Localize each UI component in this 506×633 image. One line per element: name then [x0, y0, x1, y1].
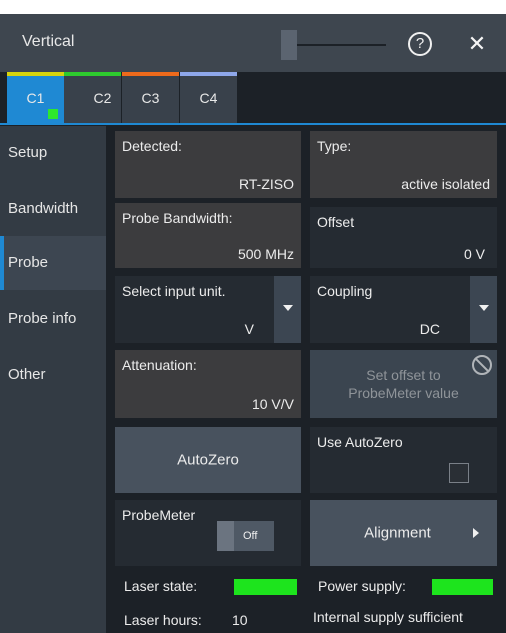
tab-label: C2 [93, 90, 112, 106]
probemeter-field: ProbeMeter Off [115, 500, 301, 566]
tab-c4[interactable]: C4 [180, 72, 237, 123]
attenuation-label: Attenuation: [122, 357, 197, 373]
detected-label: Detected: [122, 138, 182, 154]
channel-tabs: C1 C2 C3 C4 [0, 72, 506, 124]
chevron-right-icon [473, 528, 479, 538]
set-offset-probemeter-button[interactable]: Set offset to ProbeMeter value [310, 350, 497, 418]
tab-c4-color-bar [180, 72, 237, 76]
probe-bandwidth-value: 500 MHz [237, 246, 294, 262]
sidebar-item-probe[interactable]: Probe [0, 236, 106, 290]
tab-label: C3 [141, 90, 160, 106]
laser-hours-label: Laser hours: [124, 612, 202, 628]
probemeter-label: ProbeMeter [122, 507, 196, 523]
type-label: Type: [317, 138, 352, 154]
toggle-knob [217, 521, 234, 551]
sidebar-item-setup[interactable]: Setup [0, 126, 106, 180]
tab-c3-color-bar [122, 72, 179, 76]
sidebar: Setup Bandwidth Probe Probe info Other [0, 126, 106, 633]
transparency-slider-thumb[interactable] [281, 30, 297, 60]
internal-supply-status: Internal supply sufficient [313, 609, 463, 625]
help-icon[interactable]: ? [408, 32, 432, 56]
input-unit-value: V [244, 321, 254, 337]
set-offset-label: Set offset to ProbeMeter value [348, 367, 459, 401]
tab-c1[interactable]: C1 [7, 72, 64, 123]
attenuation-field: Attenuation: 10 V/V [115, 350, 301, 418]
sidebar-item-label: Other [8, 366, 46, 383]
alignment-button[interactable]: Alignment [310, 500, 497, 566]
sidebar-item-bandwidth[interactable]: Bandwidth [0, 182, 106, 236]
coupling-dropdown[interactable] [470, 276, 497, 343]
coupling-select[interactable]: Coupling DC [310, 276, 497, 343]
type-value: active isolated [401, 176, 490, 192]
not-allowed-icon [472, 355, 492, 375]
power-supply-label: Power supply: [318, 578, 406, 594]
sidebar-item-probe-info[interactable]: Probe info [0, 292, 106, 346]
probemeter-state: Off [243, 530, 258, 542]
offset-label: Offset [317, 214, 355, 230]
coupling-label: Coupling [317, 283, 373, 299]
input-unit-dropdown[interactable] [274, 276, 301, 343]
use-autozero-field: Use AutoZero [310, 427, 497, 493]
attenuation-value: 10 V/V [251, 396, 294, 412]
probemeter-toggle[interactable]: Off [217, 521, 274, 551]
probe-bandwidth-field: Probe Bandwidth: 500 MHz [115, 203, 301, 268]
use-autozero-label: Use AutoZero [317, 434, 403, 450]
laser-hours-value: 10 [232, 612, 248, 628]
laser-state-indicator [234, 579, 297, 595]
tab-c1-color-bar [7, 72, 64, 76]
input-unit-label: Select input unit. [122, 283, 226, 299]
autozero-label: AutoZero [177, 451, 239, 469]
sidebar-item-label: Setup [8, 144, 48, 161]
power-supply-indicator [432, 579, 493, 595]
coupling-value: DC [419, 321, 440, 337]
alignment-label: Alignment [364, 524, 431, 542]
type-field: Type: active isolated [310, 131, 497, 198]
tab-c2-color-bar [64, 72, 121, 76]
chevron-down-icon [479, 305, 489, 312]
sidebar-item-label: Probe info [8, 310, 77, 327]
transparency-slider-track[interactable] [283, 44, 386, 46]
tab-label: C1 [26, 90, 45, 106]
dialog-title: Vertical [22, 33, 75, 50]
laser-state-label: Laser state: [124, 578, 198, 594]
tab-c2[interactable]: C2 [64, 72, 121, 123]
close-icon[interactable]: ✕ [464, 29, 490, 59]
sidebar-item-other[interactable]: Other [0, 348, 106, 402]
sidebar-item-label: Bandwidth [8, 200, 79, 217]
offset-value: 0 V [463, 246, 485, 262]
chevron-down-icon [283, 305, 293, 312]
autozero-button[interactable]: AutoZero [115, 427, 301, 493]
tab-c3[interactable]: C3 [122, 72, 179, 123]
detected-value: RT-ZISO [239, 176, 294, 192]
channel-on-indicator [48, 109, 58, 119]
sidebar-item-label: Probe [8, 254, 49, 271]
offset-field[interactable]: Offset 0 V [310, 207, 497, 268]
active-marker [0, 236, 4, 290]
detected-field: Detected: RT-ZISO [115, 131, 301, 198]
input-unit-select[interactable]: Select input unit. V [115, 276, 301, 343]
use-autozero-checkbox[interactable] [449, 463, 469, 483]
tab-label: C4 [199, 90, 218, 106]
probe-bandwidth-label: Probe Bandwidth: [122, 210, 233, 226]
tab-underline [0, 123, 506, 125]
